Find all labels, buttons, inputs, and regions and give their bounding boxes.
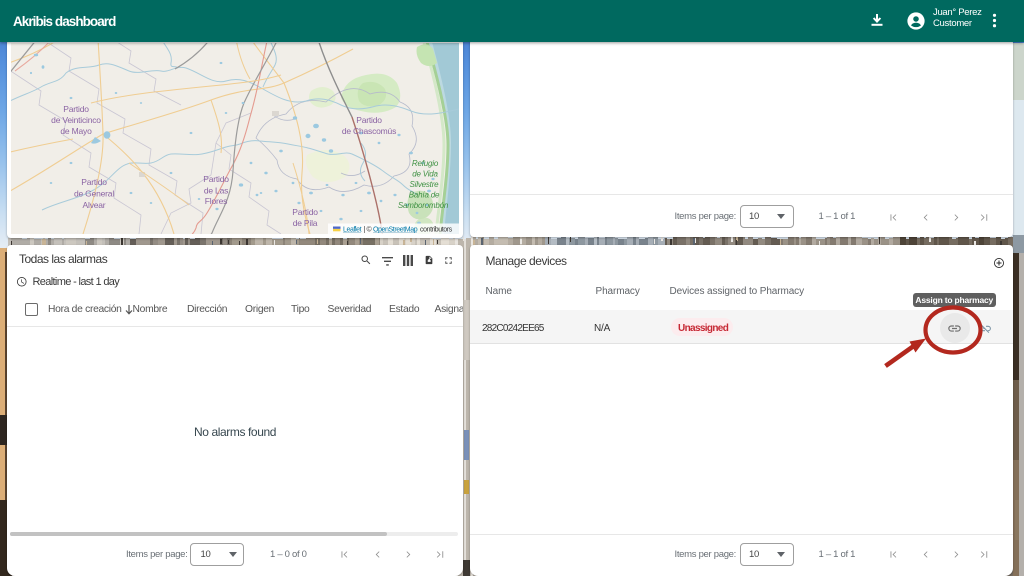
svg-text:Flores: Flores [205, 196, 227, 206]
svg-text:Partido: Partido [63, 104, 89, 114]
svg-text:de Mayo: de Mayo [60, 126, 92, 136]
svg-text:Samborombón: Samborombón [398, 201, 449, 210]
svg-text:Silvestre: Silvestre [410, 180, 440, 189]
svg-text:de Veinticinco: de Veinticinco [51, 115, 101, 125]
svg-text:de Vida: de Vida [412, 170, 438, 179]
svg-text:OpenStreetMap: OpenStreetMap [373, 227, 418, 234]
svg-text:de Chascomús: de Chascomús [342, 126, 396, 136]
svg-text:Alvear: Alvear [83, 200, 106, 210]
svg-text:de General: de General [74, 189, 114, 199]
svg-text:de Pila: de Pila [293, 218, 318, 228]
svg-text:Bahía de: Bahía de [409, 191, 440, 200]
svg-text:Partido: Partido [356, 115, 382, 125]
svg-text:Refugio: Refugio [412, 159, 439, 168]
svg-text:de Las: de Las [204, 186, 228, 196]
svg-text:contributors: contributors [420, 227, 453, 234]
svg-text:| ©: | © [364, 226, 373, 234]
svg-text:Partido: Partido [203, 174, 229, 184]
svg-text:Partido: Partido [292, 207, 318, 217]
svg-text:Partido: Partido [81, 177, 107, 187]
